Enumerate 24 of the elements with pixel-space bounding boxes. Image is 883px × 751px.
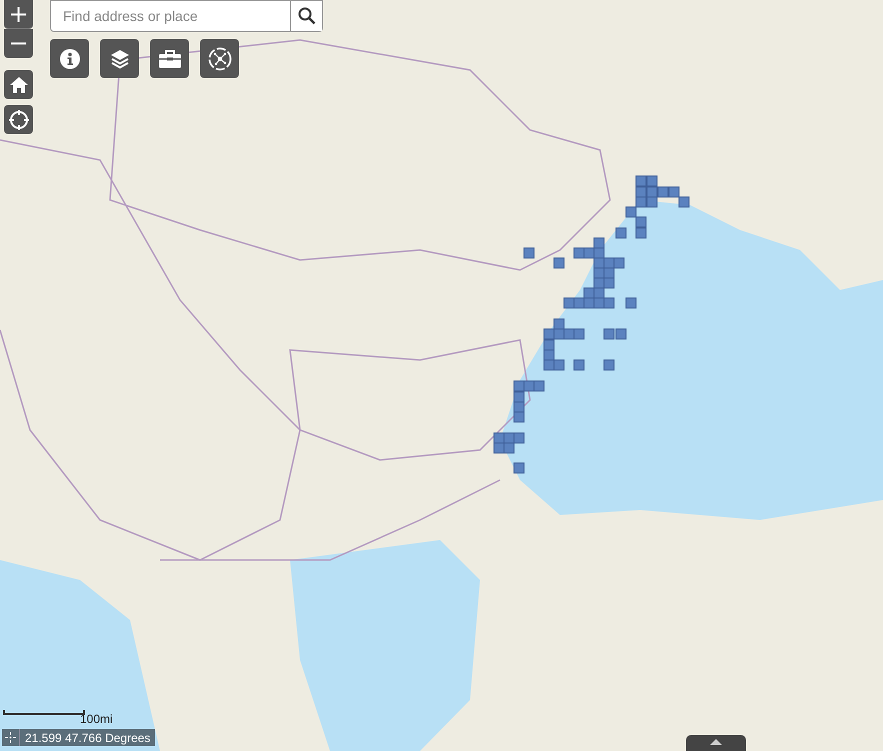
search-field[interactable]: Find address or place	[51, 1, 290, 31]
search-icon	[298, 7, 316, 25]
toolbox-button[interactable]	[150, 39, 189, 78]
caret-up-icon	[710, 739, 722, 745]
home-icon	[8, 76, 28, 94]
info-button[interactable]	[50, 39, 89, 78]
locate-button[interactable]	[4, 105, 33, 134]
coordinates-text: 21.599 47.766 Degrees	[24, 730, 152, 744]
search-button[interactable]	[290, 1, 322, 31]
zoom-in-button[interactable]: +	[4, 0, 33, 29]
zoom-out-button[interactable]: −	[4, 29, 33, 58]
network-circle-icon	[208, 46, 232, 70]
scale-label: 100mi	[80, 712, 113, 726]
home-button[interactable]	[4, 70, 33, 99]
crosshair-icon	[8, 110, 28, 130]
search-bar[interactable]: Find address or place	[50, 0, 323, 32]
network-button[interactable]	[200, 39, 239, 78]
expand-panel-button[interactable]	[686, 735, 746, 751]
toolbox-icon	[158, 48, 182, 68]
layers-button[interactable]	[100, 39, 139, 78]
crosshair-icon	[5, 732, 16, 743]
layers-icon	[108, 48, 130, 70]
info-icon	[60, 48, 80, 68]
map-drawing[interactable]	[0, 0, 883, 751]
